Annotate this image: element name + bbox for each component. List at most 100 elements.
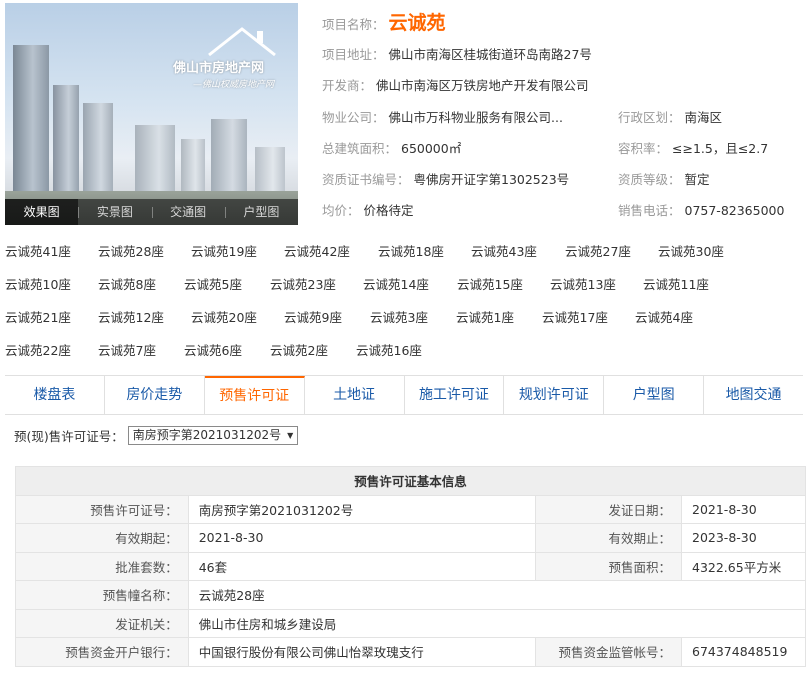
cert-row: 资质证书编号： 粤佛房开证字第1302523号 — [322, 169, 569, 188]
developer-label: 开发商： — [322, 78, 373, 93]
project-photo[interactable]: 佛山市房地产网 —佛山权威房地产网 效果图 实景图 交通图 户型图 — [5, 3, 298, 225]
building-link[interactable]: 云诚苑5座 — [184, 274, 242, 293]
photo-tab-floorplan[interactable]: 户型图 — [224, 199, 298, 225]
photo-tab-rendering[interactable]: 效果图 — [5, 199, 79, 225]
photo-building — [181, 139, 205, 195]
district-value: 南海区 — [684, 110, 723, 125]
building-name-value: 云诚苑28座 — [187, 580, 807, 610]
units-label: 批准套数： — [15, 551, 189, 581]
building-link[interactable]: 云诚苑4座 — [635, 307, 693, 326]
price-row: 均价： 价格待定 — [322, 200, 414, 219]
area-label: 总建筑面积： — [322, 141, 398, 156]
table-row: 预售资金开户银行： 中国银行股份有限公司佛山怡翠玫瑰支行 预售资金监管帐号： 6… — [15, 637, 806, 667]
building-link[interactable]: 云诚苑1座 — [456, 307, 514, 326]
permit-info-table: 预售许可证基本信息 预售许可证号： 南房预字第2021031202号 发证日期：… — [15, 466, 807, 667]
photo-building — [83, 103, 113, 195]
building-link[interactable]: 云诚苑15座 — [457, 274, 523, 293]
building-link[interactable]: 云诚苑10座 — [5, 274, 71, 293]
house-icon — [208, 27, 276, 57]
logo-subtitle: —佛山权威房地产网 — [193, 80, 275, 90]
building-link[interactable]: 云诚苑17座 — [542, 307, 608, 326]
building-link[interactable]: 云诚苑27座 — [565, 241, 631, 260]
address-row: 项目地址： 佛山市南海区桂城街道环岛南路27号 — [322, 44, 592, 63]
building-link[interactable]: 云诚苑16座 — [356, 340, 422, 359]
building-link[interactable]: 云诚苑19座 — [191, 241, 257, 260]
detail-nav-tabs: 楼盘表 房价走势 预售许可证 土地证 施工许可证 规划许可证 户型图 地图交通 — [5, 375, 803, 415]
developer-value: 佛山市南海区万铁房地产开发有限公司 — [376, 78, 589, 93]
project-name-row: 项目名称： 云诚苑 — [322, 8, 446, 35]
project-name: 云诚苑 — [388, 12, 446, 34]
developer-row: 开发商： 佛山市南海区万铁房地产开发有限公司 — [322, 75, 589, 94]
presale-area-value: 4322.65平方米 — [681, 551, 806, 581]
photo-building — [135, 125, 175, 195]
table-title: 预售许可证基本信息 — [15, 466, 806, 496]
logo-title: 佛山市房地产网 — [173, 61, 265, 76]
building-link[interactable]: 云诚苑2座 — [270, 340, 328, 359]
photo-building — [53, 85, 79, 195]
photo-tab-real[interactable]: 实景图 — [78, 199, 151, 225]
building-link[interactable]: 云诚苑11座 — [643, 274, 709, 293]
issue-date-value: 2021-8-30 — [681, 494, 806, 524]
table-row: 预售幢名称： 云诚苑28座 — [15, 580, 807, 610]
phone-value: 0757-82365000 — [684, 203, 785, 218]
bank-value: 中国银行股份有限公司佛山怡翠玫瑰支行 — [187, 637, 537, 667]
table-row: 发证机关： 佛山市住房和城乡建设局 — [15, 608, 807, 638]
authority-label: 发证机关： — [15, 608, 189, 638]
phone-row: 销售电话： 0757-82365000 — [618, 200, 784, 219]
building-link[interactable]: 云诚苑13座 — [550, 274, 616, 293]
photo-building — [255, 147, 285, 195]
tab-floor-plan[interactable]: 户型图 — [604, 376, 705, 414]
photo-tab-traffic[interactable]: 交通图 — [151, 199, 225, 225]
property-value: 佛山市万科物业服务有限公司... — [388, 110, 563, 125]
permit-select-label: 预(现)售许可证号： — [14, 429, 124, 444]
far-value: ≤≥1.5，且≤2.7 — [672, 141, 769, 156]
building-link[interactable]: 云诚苑12座 — [98, 307, 164, 326]
building-link[interactable]: 云诚苑14座 — [363, 274, 429, 293]
units-value: 46套 — [187, 551, 537, 581]
building-link[interactable]: 云诚苑7座 — [98, 340, 156, 359]
building-link[interactable]: 云诚苑28座 — [98, 241, 164, 260]
building-link[interactable]: 云诚苑43座 — [471, 241, 537, 260]
far-row: 容积率： ≤≥1.5，且≤2.7 — [618, 138, 768, 157]
property-row: 物业公司： 佛山市万科物业服务有限公司... — [322, 107, 563, 126]
valid-from-label: 有效期起： — [15, 523, 189, 553]
building-link[interactable]: 云诚苑42座 — [284, 241, 350, 260]
tab-presale-permit[interactable]: 预售许可证 — [204, 376, 305, 414]
address-value: 佛山市南海区桂城街道环岛南路27号 — [388, 47, 592, 62]
building-link[interactable]: 云诚苑20座 — [191, 307, 257, 326]
dropdown-arrow-icon: ▼ — [287, 431, 294, 440]
tab-map-traffic[interactable]: 地图交通 — [704, 376, 803, 414]
cert-value: 粤佛房开证字第1302523号 — [413, 172, 570, 187]
building-link[interactable]: 云诚苑8座 — [98, 274, 156, 293]
tab-building-table[interactable]: 楼盘表 — [5, 376, 105, 414]
far-label: 容积率： — [618, 141, 669, 156]
building-link[interactable]: 云诚苑30座 — [658, 241, 724, 260]
tab-land-cert[interactable]: 土地证 — [305, 376, 405, 414]
table-row: 预售许可证号： 南房预字第2021031202号 发证日期： 2021-8-30 — [15, 494, 806, 524]
building-link[interactable]: 云诚苑9座 — [284, 307, 342, 326]
cert-label: 资质证书编号： — [322, 172, 410, 187]
tab-construction-permit[interactable]: 施工许可证 — [405, 376, 505, 414]
building-link[interactable]: 云诚苑22座 — [5, 340, 71, 359]
permit-no-label: 预售许可证号： — [15, 494, 189, 524]
bank-label: 预售资金开户银行： — [15, 637, 189, 667]
photo-building — [13, 45, 49, 195]
property-label: 物业公司： — [322, 110, 385, 125]
district-label: 行政区划： — [618, 110, 681, 125]
permit-select[interactable]: 南房预字第2021031202号 ▼ — [127, 426, 299, 445]
valid-to-value: 2023-8-30 — [681, 523, 806, 553]
building-link[interactable]: 云诚苑18座 — [378, 241, 444, 260]
building-link[interactable]: 云诚苑41座 — [5, 241, 71, 260]
area-row: 总建筑面积： 650000㎡ — [322, 138, 461, 157]
valid-from-value: 2021-8-30 — [187, 523, 537, 553]
address-label: 项目地址： — [322, 47, 385, 62]
building-link[interactable]: 云诚苑21座 — [5, 307, 71, 326]
tab-price-trend[interactable]: 房价走势 — [105, 376, 205, 414]
price-label: 均价： — [322, 203, 360, 218]
site-logo: 佛山市房地产网 —佛山权威房地产网 — [155, 25, 295, 95]
tab-planning-permit[interactable]: 规划许可证 — [504, 376, 605, 414]
building-link[interactable]: 云诚苑6座 — [184, 340, 242, 359]
building-link[interactable]: 云诚苑23座 — [270, 274, 336, 293]
price-value: 价格待定 — [363, 203, 414, 218]
building-link[interactable]: 云诚苑3座 — [370, 307, 428, 326]
